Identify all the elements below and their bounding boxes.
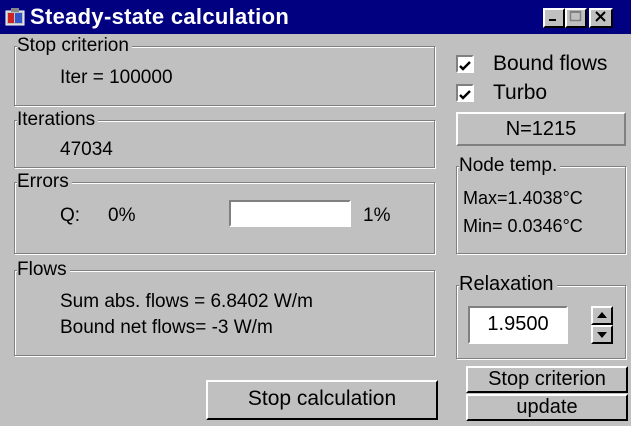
error-progress-bar [229, 200, 351, 227]
checkmark-icon [459, 90, 471, 100]
maximize-button[interactable] [565, 8, 587, 28]
update-button-label: update [516, 396, 578, 418]
relaxation-legend: Relaxation [459, 273, 557, 295]
node-temp-legend: Node temp. [459, 155, 561, 177]
bound-flows-checkbox[interactable] [456, 55, 474, 73]
node-temp-max: Max=1.4038°C [463, 188, 583, 208]
bound-net-flows: Bound net flows= -3 W/m [60, 317, 273, 338]
turbo-label[interactable]: Turbo [493, 81, 547, 105]
flows-legend: Flows [17, 259, 70, 281]
bound-flows-label[interactable]: Bound flows [493, 52, 607, 76]
arrow-up-icon [597, 312, 607, 318]
stop-calculation-label: Stop calculation [247, 387, 397, 410]
close-icon [591, 10, 611, 26]
relaxation-spin-up[interactable] [591, 306, 613, 325]
relaxation-value: 1.9500 [487, 313, 549, 335]
stop-criterion-group: Stop criterion Iter = 100000 [14, 35, 435, 106]
arrow-down-icon [597, 332, 607, 338]
node-temp-min: Min= 0.0346°C [463, 216, 583, 236]
maximize-icon [567, 10, 585, 26]
iterations-group: Iterations 47034 [14, 109, 435, 168]
error-target: 1% [363, 205, 391, 226]
steady-state-window: Steady-state calculation Stop criterion … [0, 0, 631, 426]
stop-calculation-button[interactable]: Stop calculation [206, 380, 438, 420]
node-count-panel: N=1215 [456, 112, 626, 146]
q-label: Q: [60, 205, 81, 226]
iterations-legend: Iterations [17, 109, 99, 131]
update-button[interactable]: update [466, 394, 628, 421]
sum-abs-flows: Sum abs. flows = 6.8402 W/m [60, 291, 313, 312]
flows-group: Flows Sum abs. flows = 6.8402 W/m Bound … [14, 259, 435, 356]
minimize-button[interactable] [543, 8, 565, 28]
relaxation-group: Relaxation 1.9500 [456, 273, 626, 359]
close-button[interactable] [589, 8, 613, 28]
errors-legend: Errors [17, 171, 72, 193]
app-icon [5, 8, 25, 26]
stop-criterion-legend: Stop criterion [17, 35, 132, 57]
relaxation-spin-down[interactable] [591, 325, 613, 344]
checkmark-icon [459, 61, 471, 71]
stop-criterion-button-label: Stop criterion [488, 368, 606, 390]
minimize-icon [545, 10, 563, 26]
iterations-value: 47034 [60, 139, 113, 160]
node-temp-group: Node temp. Max=1.4038°C Min= 0.0346°C [456, 155, 626, 254]
node-count: N=1215 [505, 118, 577, 140]
errors-group: Errors Q: 0% 1% [14, 171, 435, 254]
title-bar[interactable]: Steady-state calculation [0, 0, 631, 34]
stop-criterion-value: Iter = 100000 [60, 67, 173, 88]
q-value: 0% [108, 205, 136, 226]
stop-criterion-button[interactable]: Stop criterion [466, 366, 628, 393]
turbo-checkbox[interactable] [456, 84, 474, 102]
window-title: Steady-state calculation [30, 4, 290, 29]
relaxation-input[interactable]: 1.9500 [468, 306, 568, 344]
